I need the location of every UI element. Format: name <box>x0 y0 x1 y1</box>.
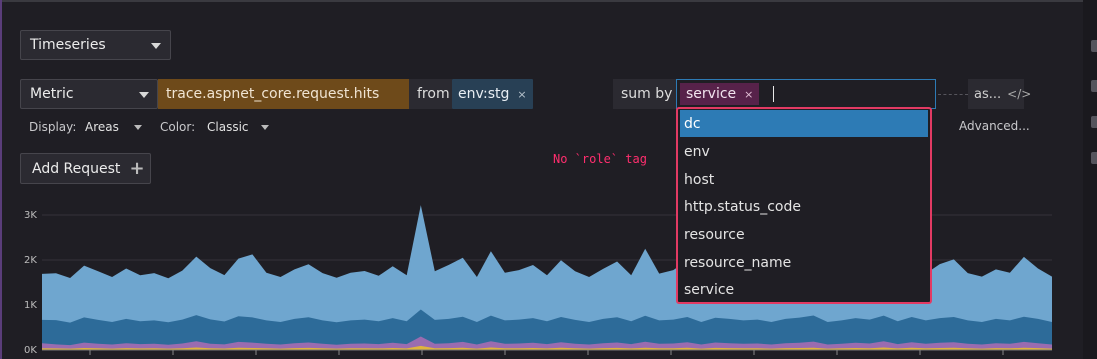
dropdown-option-dc[interactable]: dc <box>680 110 928 137</box>
toolbar-icon[interactable] <box>1091 152 1097 164</box>
timeseries-chart <box>42 205 1052 355</box>
dropdown-option-service[interactable]: service <box>680 276 928 303</box>
toolbar-icon[interactable] <box>1091 116 1097 128</box>
right-toolbar <box>1083 0 1097 359</box>
dropdown-option-host[interactable]: host <box>680 166 928 193</box>
toolbar-icon[interactable] <box>1091 80 1097 92</box>
dropdown-option-resource[interactable]: resource <box>680 221 928 248</box>
dropdown-option-resource-name[interactable]: resource_name <box>680 249 928 276</box>
toolbar-icon[interactable] <box>1091 40 1097 52</box>
dropdown-option-env[interactable]: env <box>680 138 928 165</box>
dropdown-option-http-status-code[interactable]: http.status_code <box>680 193 928 220</box>
tag-suggestions-dropdown: dc env host http.status_code resource re… <box>676 107 932 304</box>
